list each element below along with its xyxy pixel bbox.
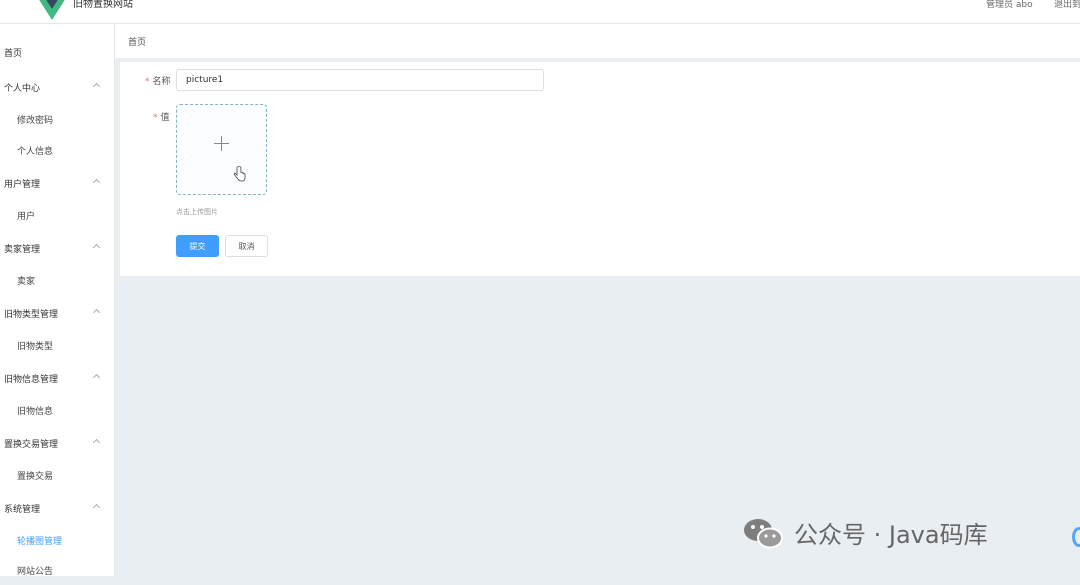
sidebar-item-carousel-management[interactable]: 轮播图管理 bbox=[0, 525, 115, 555]
sidebar-group-item-type-management[interactable]: 旧物类型管理 bbox=[0, 298, 115, 328]
breadcrumb: 首页 bbox=[115, 24, 1080, 58]
chevron-up-icon bbox=[92, 308, 101, 317]
sidebar-item-item-info[interactable]: 旧物信息 bbox=[0, 395, 115, 425]
value-field-label: * 值 bbox=[153, 110, 170, 123]
sidebar-item-label: 用户 bbox=[17, 211, 36, 222]
upload-tip: 点击上传图片 bbox=[176, 208, 218, 216]
name-field-label: * 名称 bbox=[145, 74, 171, 87]
sidebar-group-exchange-management[interactable]: 置换交易管理 bbox=[0, 428, 115, 458]
sidebar-group-user-management[interactable]: 用户管理 bbox=[0, 168, 115, 198]
cancel-button[interactable]: 取消 bbox=[225, 235, 268, 257]
sidebar-item-exchanges[interactable]: 置换交易 bbox=[0, 460, 115, 490]
site-title: 旧物置换网站 bbox=[73, 0, 133, 10]
image-upload-area[interactable] bbox=[176, 104, 267, 195]
sidebar-item-sellers[interactable]: 卖家 bbox=[0, 265, 115, 295]
plus-icon bbox=[214, 136, 229, 151]
breadcrumb-home[interactable]: 首页 bbox=[128, 35, 146, 48]
name-input[interactable] bbox=[176, 69, 544, 91]
required-asterisk: * bbox=[145, 77, 150, 87]
logout-link[interactable]: 退出到 bbox=[1054, 0, 1080, 10]
vue-logo-icon bbox=[38, 0, 66, 20]
sidebar-item-label: 轮播图管理 bbox=[17, 536, 63, 547]
admin-user-label: 管理员 abo bbox=[986, 0, 1033, 10]
name-label-text: 名称 bbox=[152, 77, 171, 87]
sidebar-item-label: 旧物类型 bbox=[17, 341, 54, 352]
hand-pointer-icon bbox=[233, 166, 246, 182]
sidebar-group-item-info-management[interactable]: 旧物信息管理 bbox=[0, 363, 115, 393]
chevron-up-icon bbox=[92, 438, 101, 447]
sidebar-item-label: 网站公告 bbox=[17, 566, 54, 577]
sidebar-group-personal-center[interactable]: 个人中心 bbox=[0, 72, 115, 102]
submit-button[interactable]: 提交 bbox=[176, 235, 219, 257]
sidebar-item-site-announcements[interactable]: 网站公告 bbox=[0, 555, 115, 585]
sidebar-group-seller-management[interactable]: 卖家管理 bbox=[0, 233, 115, 263]
value-label-text: 值 bbox=[160, 113, 170, 123]
chevron-up-icon bbox=[92, 373, 101, 382]
wechat-icon bbox=[744, 518, 783, 548]
sidebar-item-label: 个人信息 bbox=[17, 146, 54, 157]
sidebar-item-label: 个人中心 bbox=[4, 83, 41, 94]
required-asterisk: * bbox=[153, 113, 158, 123]
carousel-edit-form: *名称 *值 点击上传图片 提交 取消 bbox=[120, 62, 1080, 276]
sidebar-item-label: 旧物信息管理 bbox=[4, 374, 59, 385]
sidebar-menu: 首页 个人中心 修改密码 个人信息 用户管理 用户 卖家管理 卖家 旧物类型管理… bbox=[0, 24, 115, 577]
sidebar-item-label: 用户管理 bbox=[4, 179, 41, 190]
sidebar-item-change-password[interactable]: 修改密码 bbox=[0, 104, 115, 134]
sidebar-item-personal-info[interactable]: 个人信息 bbox=[0, 135, 115, 165]
sidebar-item-item-types[interactable]: 旧物类型 bbox=[0, 330, 115, 360]
sidebar-item-label: 首页 bbox=[4, 48, 23, 59]
sidebar-item-label: 旧物类型管理 bbox=[4, 309, 59, 320]
watermark-text: 公众号 · Java码库 bbox=[794, 521, 988, 549]
chevron-up-icon bbox=[92, 243, 101, 252]
sidebar-group-system-management[interactable]: 系统管理 bbox=[0, 493, 115, 523]
sidebar-item-label: 旧物信息 bbox=[17, 406, 54, 417]
partial-logo-icon bbox=[1072, 527, 1080, 547]
top-header: 旧物置换网站 管理员 abo 退出到 bbox=[0, 0, 1080, 24]
sidebar-item-label: 卖家管理 bbox=[4, 244, 41, 255]
sidebar-item-users[interactable]: 用户 bbox=[0, 200, 115, 230]
watermark: 公众号 · Java码库 bbox=[742, 515, 988, 550]
sidebar-item-label: 置换交易 bbox=[17, 471, 54, 482]
sidebar-item-label: 系统管理 bbox=[4, 504, 41, 515]
chevron-up-icon bbox=[92, 503, 101, 512]
chevron-up-icon bbox=[92, 178, 101, 187]
sidebar-item-label: 卖家 bbox=[17, 276, 36, 287]
sidebar-item-home[interactable]: 首页 bbox=[0, 37, 115, 67]
chevron-up-icon bbox=[92, 82, 101, 91]
sidebar-item-label: 修改密码 bbox=[17, 115, 54, 126]
sidebar-item-label: 置换交易管理 bbox=[4, 439, 59, 450]
